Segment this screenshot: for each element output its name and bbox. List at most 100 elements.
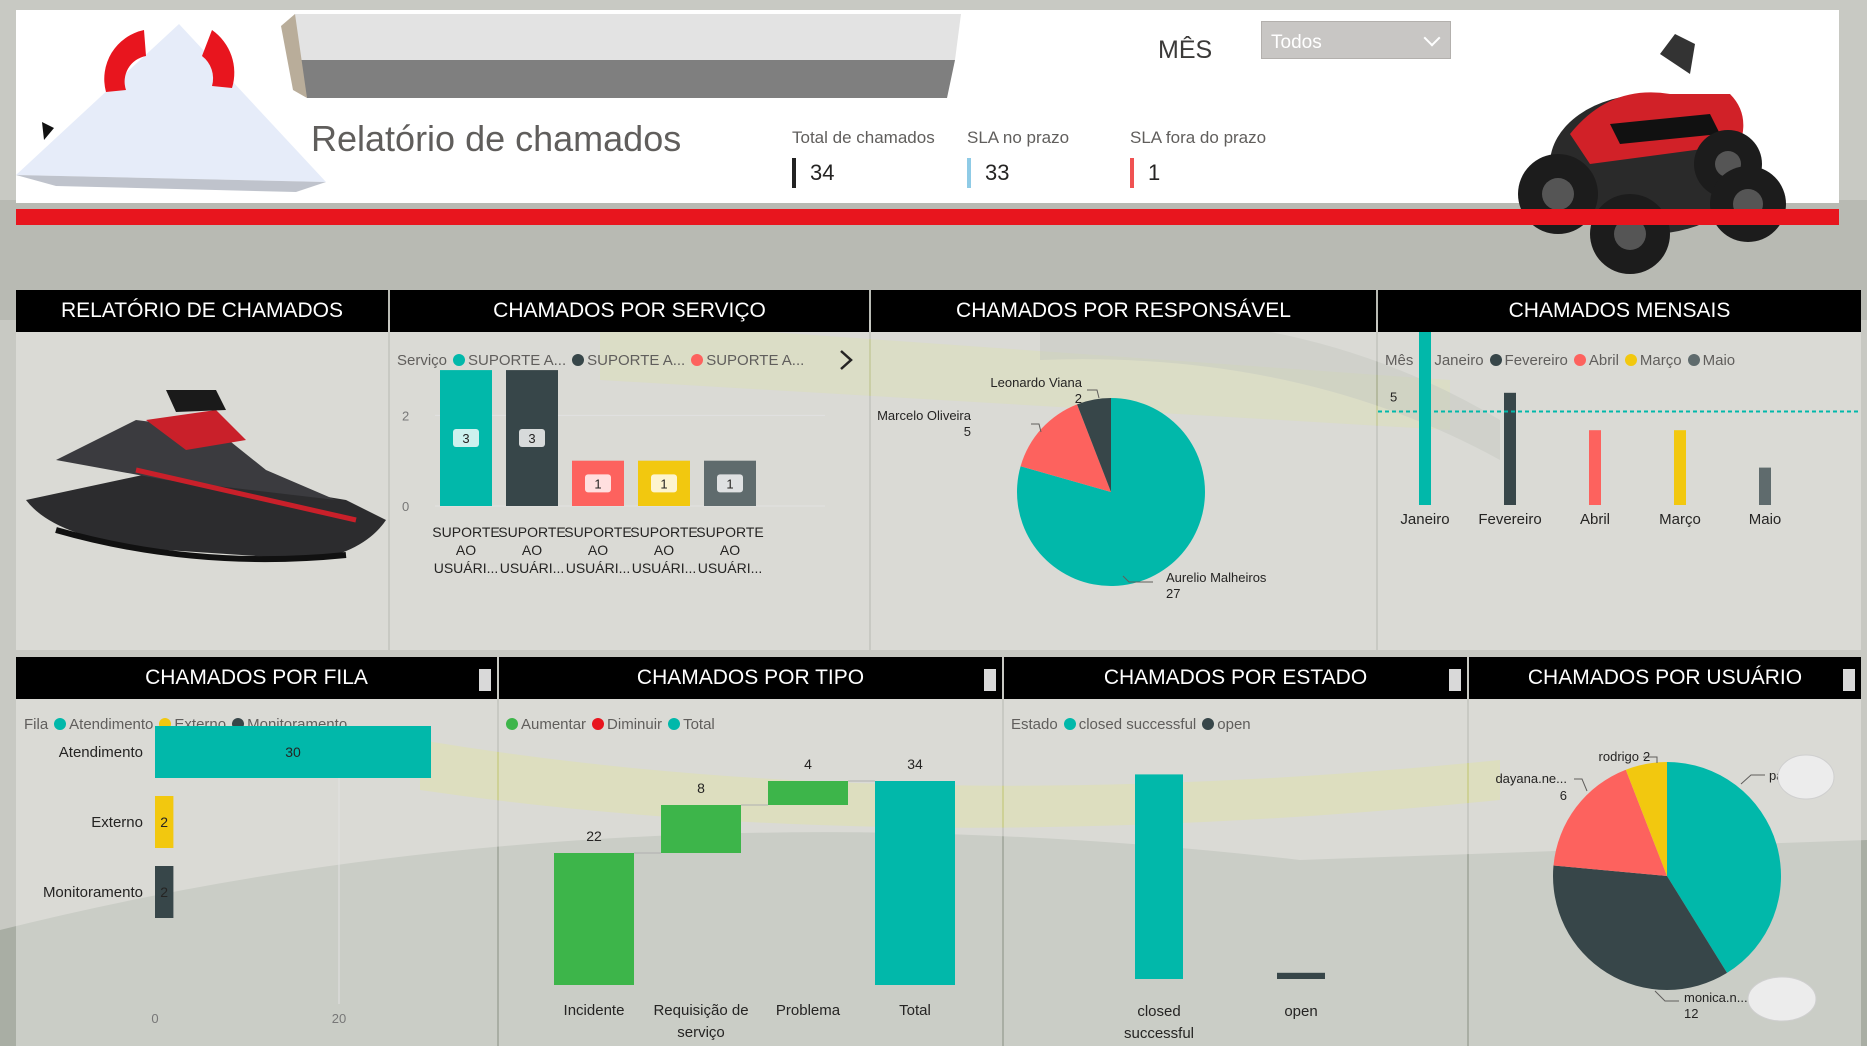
month-filter-value: Todos: [1271, 32, 1322, 53]
panel-title: CHAMADOS POR USUÁRIO: [1469, 657, 1861, 699]
x-tick-label: serviço: [677, 1024, 725, 1041]
x-tick-label: 20: [332, 1011, 346, 1026]
y-tick-label: Atendimento: [59, 744, 143, 761]
header: Relatório de chamados Total de chamados …: [16, 10, 1839, 285]
kpi-sla-no-prazo: SLA no prazo 33: [967, 128, 1069, 188]
pie-label: dayana.ne...: [1495, 771, 1567, 786]
panel-chamados-por-estado: CHAMADOS POR ESTADO Estado closed success…: [1004, 657, 1467, 1046]
x-tick-label: USUÁRI...: [566, 560, 631, 576]
pie-value: 2: [1643, 749, 1650, 764]
data-label: 1: [660, 476, 667, 491]
jetski-image: [26, 390, 386, 563]
redacted-label-blur: [1777, 754, 1835, 800]
panel-jetski: RELATÓRIO DE CHAMADOS: [16, 290, 388, 650]
pie-value: 27: [1166, 586, 1180, 601]
panel-title: CHAMADOS MENSAIS: [1378, 290, 1861, 332]
kpi-label: SLA no prazo: [967, 128, 1070, 147]
x-tick-label: SUPORTE: [630, 524, 697, 540]
leader-line: [1087, 389, 1100, 399]
x-tick-label: Problema: [776, 1002, 841, 1019]
panel-title: RELATÓRIO DE CHAMADOS: [16, 290, 388, 332]
panel-title: CHAMADOS POR FILA: [16, 657, 497, 699]
pie-value: 5: [964, 424, 971, 439]
x-tick-label: closed: [1137, 1003, 1180, 1020]
data-label: 34: [907, 756, 923, 772]
pie-label: Marcelo Oliveira: [877, 408, 972, 423]
leader-line: [1740, 774, 1765, 785]
data-label: 1: [726, 476, 733, 491]
month-filter-dropdown[interactable]: Todos: [1261, 21, 1451, 59]
atv-image: [1518, 34, 1786, 274]
x-tick-label: Março: [1659, 511, 1701, 528]
bar: [661, 805, 741, 853]
chart-chamados-mensais: Janeiro Fevereiro Abril Março Maio 5: [1378, 332, 1861, 528]
chart-chamados-por-tipo: 22 Incidente 8 Requisição de serviço 4 Problem…: [554, 756, 955, 1041]
chart-chamados-por-usuario: pa...monica.n...12dayana.ne...6rodrigo2: [1495, 749, 1835, 1022]
x-tick-label: AO: [720, 542, 740, 558]
header-accent-band: [16, 209, 1839, 225]
x-tick-label: AO: [654, 542, 674, 558]
panel-title: CHAMADOS POR ESTADO: [1004, 657, 1467, 699]
panel-title: CHAMADOS POR SERVIÇO: [390, 290, 869, 332]
x-tick-label: Total: [899, 1002, 931, 1019]
pie-label: Leonardo Viana: [990, 375, 1082, 390]
data-label: 22: [586, 828, 602, 844]
kpi-value: 33: [967, 158, 1069, 188]
bar: [1277, 972, 1325, 979]
pie-value: 2: [1075, 391, 1082, 406]
x-tick-label: AO: [522, 542, 542, 558]
focus-mode-icon[interactable]: [1449, 669, 1461, 691]
kpi-total-chamados: Total de chamados 34: [792, 128, 935, 188]
kpi-label: Total de chamados: [792, 128, 935, 147]
x-tick-label: USUÁRI...: [698, 560, 763, 576]
pie-value: 12: [1684, 1006, 1698, 1021]
bar: [1135, 774, 1183, 979]
bar: [554, 853, 634, 985]
data-label: 1: [594, 476, 601, 491]
chart-chamados-por-responsavel: Aurelio Malheiros27 Marcelo Oliveira5 Leon…: [877, 375, 1267, 601]
x-tick-label: Maio: [1749, 511, 1782, 528]
x-tick-label: successful: [1124, 1025, 1194, 1042]
leader-line: [1574, 778, 1588, 792]
leader-line: [1654, 990, 1679, 1002]
bar: [768, 781, 848, 805]
kpi-sla-fora-do-prazo: SLA fora do prazo 1: [1130, 128, 1266, 188]
data-label: 4: [804, 756, 812, 772]
focus-mode-icon[interactable]: [1843, 669, 1855, 691]
focus-mode-icon[interactable]: [984, 669, 996, 691]
x-tick-label: USUÁRI...: [434, 560, 499, 576]
bar: [1674, 430, 1686, 505]
data-label: 3: [528, 431, 535, 446]
focus-mode-icon[interactable]: [479, 669, 491, 691]
data-label: 3: [462, 431, 469, 446]
data-label: 8: [697, 780, 705, 796]
y-tick-label: 5: [1390, 390, 1397, 405]
x-tick-label: AO: [588, 542, 608, 558]
x-tick-label: AO: [456, 542, 476, 558]
panel-chamados-mensais: CHAMADOS MENSAIS Mês Janeiro Fevereiro Abri…: [1378, 290, 1861, 650]
pie-label: Aurelio Malheiros: [1166, 570, 1267, 585]
pie-label: monica.n...: [1684, 990, 1748, 1005]
x-tick-label: SUPORTE: [696, 524, 763, 540]
leader-line: [1031, 423, 1042, 433]
chevron-down-icon: [1423, 29, 1441, 47]
bar: [1759, 467, 1771, 505]
chart-chamados-por-estado: closed successful open: [1124, 774, 1325, 1042]
x-tick-label: Abril: [1580, 511, 1610, 528]
data-label: 2: [160, 884, 168, 900]
panel-chamados-por-servico: CHAMADOS POR SERVIÇO Serviço SUPORTE A...…: [390, 290, 869, 650]
x-tick-label: 0: [151, 1011, 158, 1026]
y-tick-label: 0: [402, 499, 409, 514]
bar: [1504, 392, 1516, 505]
panel-title: CHAMADOS POR TIPO: [499, 657, 1002, 699]
panel-chamados-por-fila: CHAMADOS POR FILA Fila Atendimento Externo…: [16, 657, 497, 1046]
x-tick-label: Requisição de: [653, 1002, 748, 1019]
y-tick-label: Externo: [91, 814, 143, 831]
kpi-label: SLA fora do prazo: [1130, 128, 1267, 147]
x-tick-label: open: [1284, 1003, 1317, 1020]
chart-chamados-por-fila: 0 20 30 Atendimento 2 Externo 2 Monitoramento: [43, 719, 431, 1026]
x-tick-label: Fevereiro: [1478, 511, 1541, 528]
chart-chamados-por-servico: 2 0 3 SUPORTE AO USUÁRI... 3 SUPORTE AO USUÁRI...…: [402, 370, 825, 576]
pie-value: 6: [1560, 788, 1567, 803]
panel-title: CHAMADOS POR RESPONSÁVEL: [871, 290, 1376, 332]
